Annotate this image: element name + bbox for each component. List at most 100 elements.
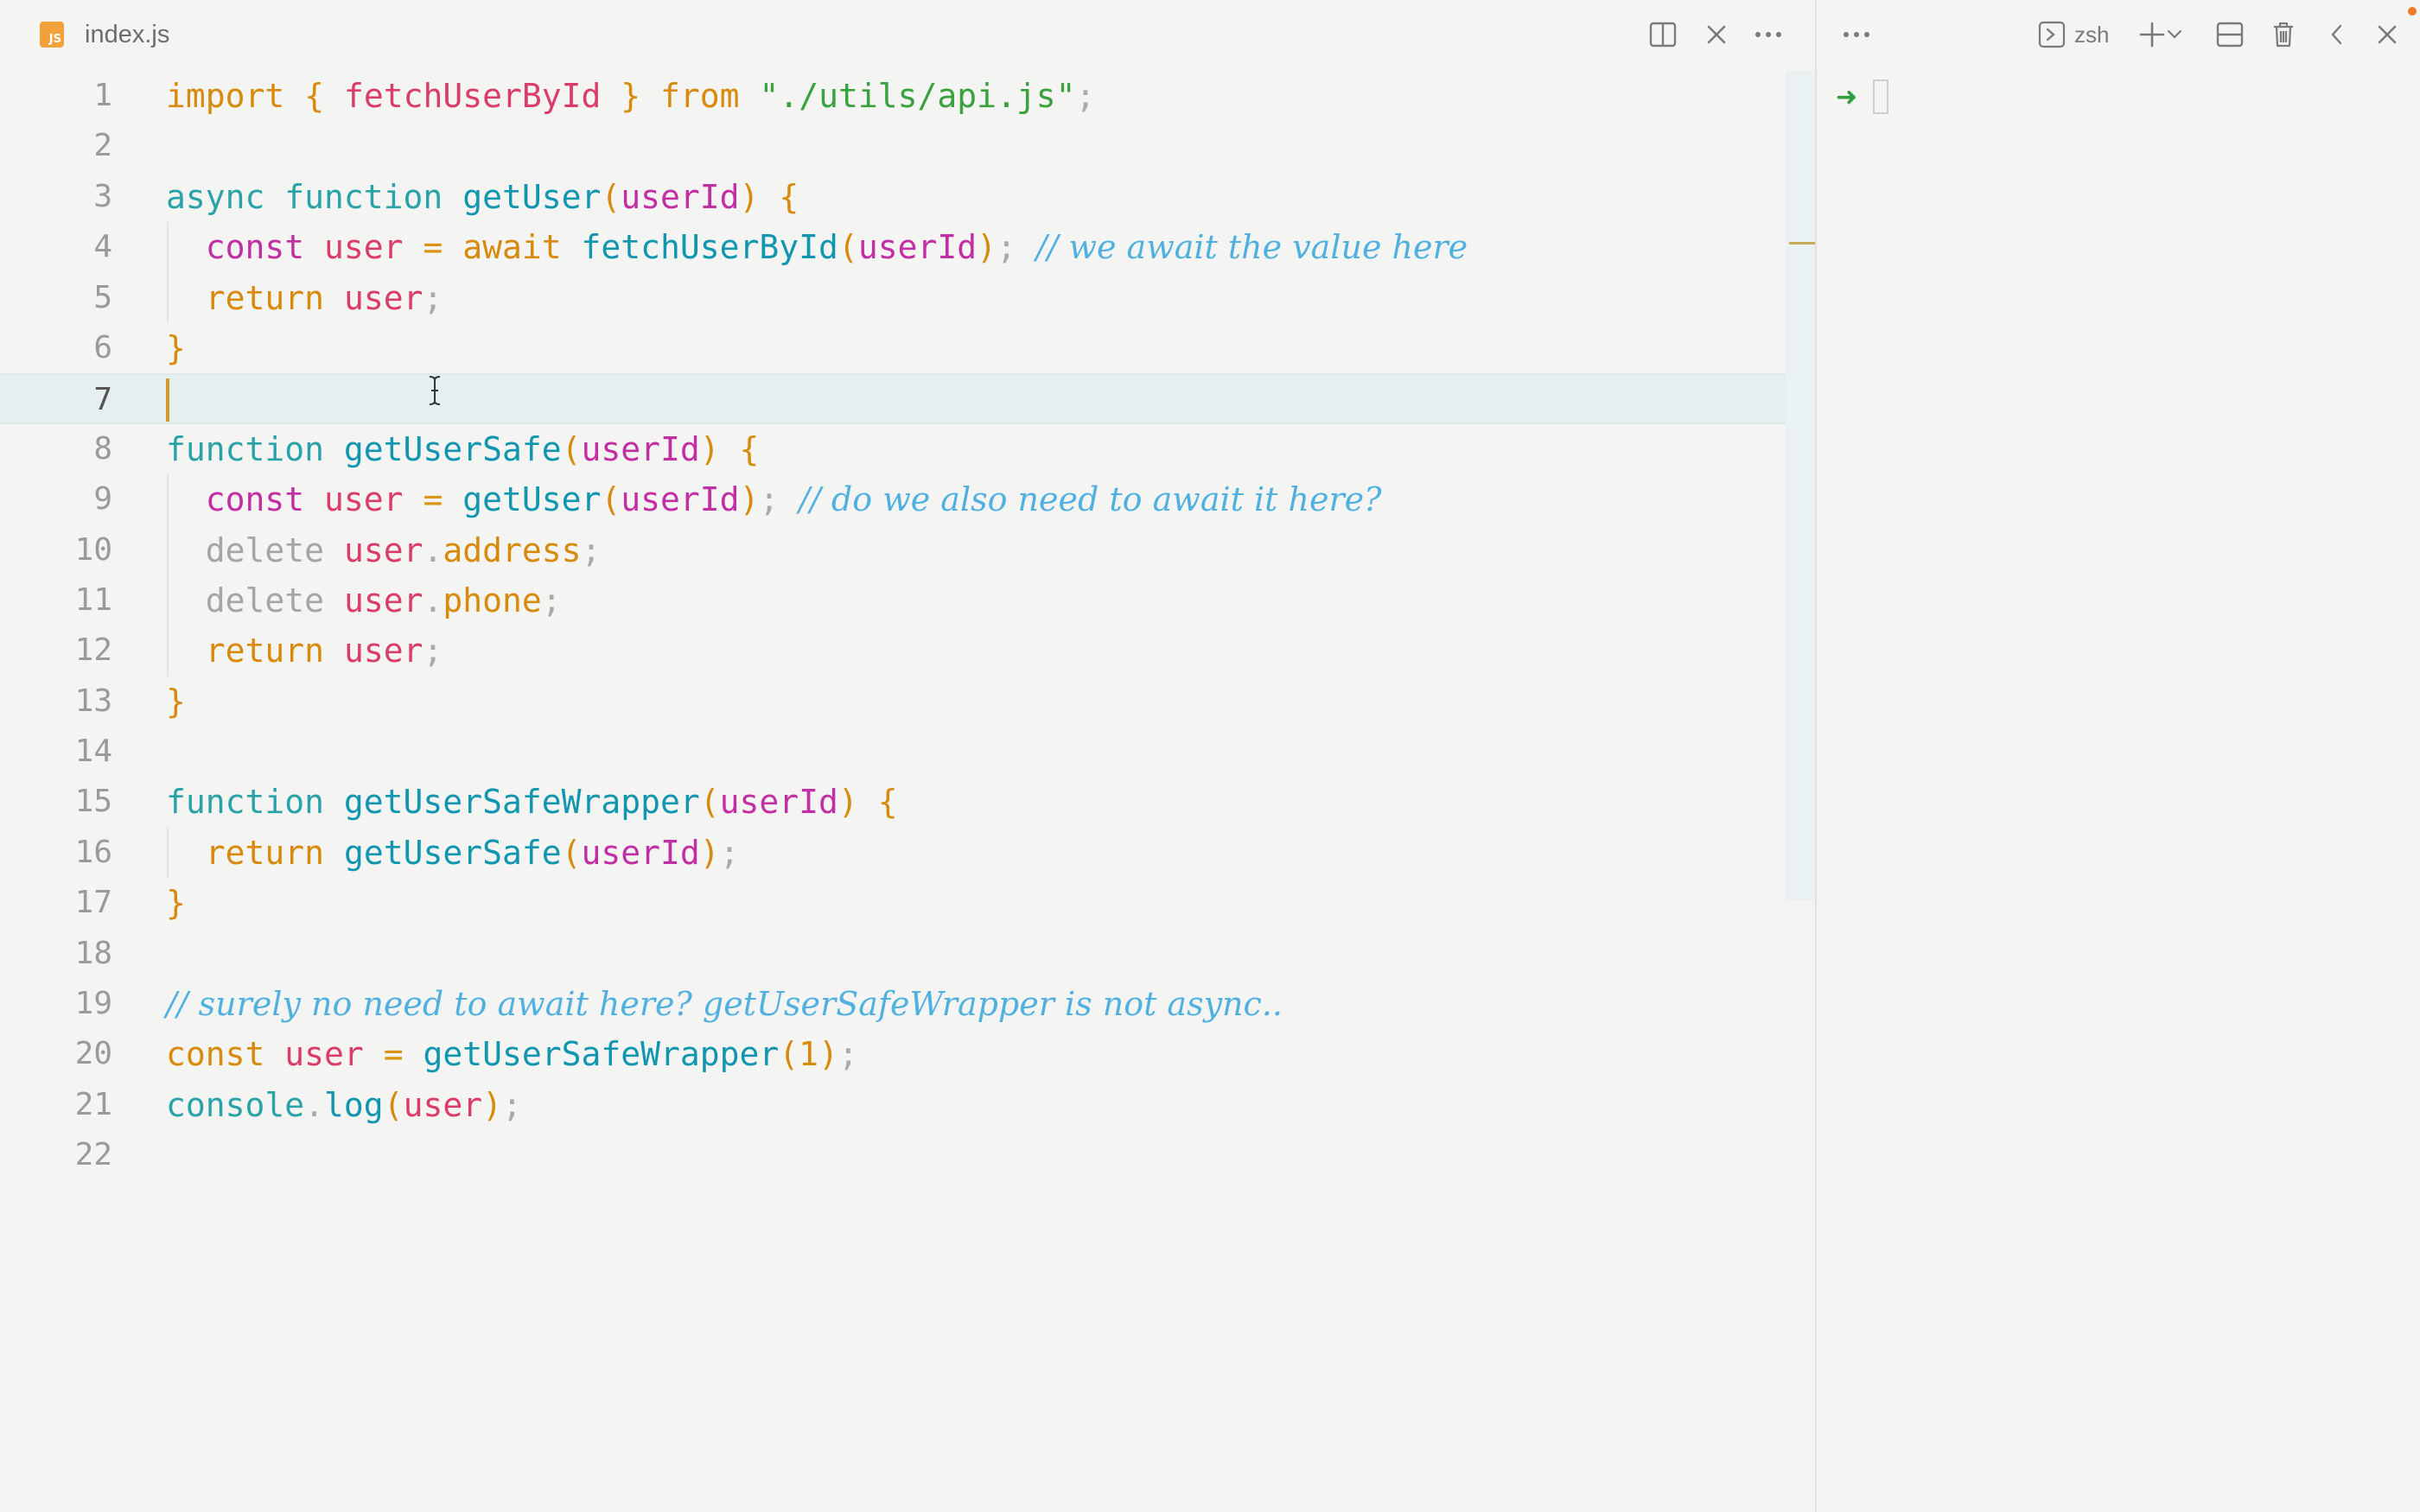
code-line[interactable]: 21 console.log(user); bbox=[0, 1080, 1782, 1130]
code-line[interactable]: 18 bbox=[0, 929, 1782, 979]
line-number: 15 bbox=[74, 784, 112, 820]
code-token: function bbox=[284, 177, 443, 216]
code-text: return getUserSafe(userId); bbox=[166, 828, 740, 878]
code-token: user bbox=[343, 278, 424, 317]
text-caret bbox=[166, 378, 169, 422]
code-token: { bbox=[877, 783, 898, 822]
code-text: async function getUser(userId) { bbox=[166, 172, 799, 222]
code-token: fetchUserById bbox=[581, 228, 838, 267]
code-line[interactable]: 3 async function getUser(userId) { bbox=[0, 172, 1782, 222]
code-token: userId bbox=[621, 177, 740, 216]
editor-tab-bar: JS index.js bbox=[0, 0, 1815, 69]
code-token: ) bbox=[837, 783, 858, 822]
code-text: const user = getUserSafeWrapper(1); bbox=[166, 1029, 858, 1079]
code-token: ; bbox=[837, 1035, 858, 1074]
code-token: user bbox=[324, 480, 404, 519]
code-line[interactable]: 12 return user; bbox=[0, 626, 1782, 677]
code-line[interactable]: 14 bbox=[0, 727, 1782, 777]
line-number: 1 bbox=[93, 78, 112, 113]
code-token: // do we also need to await it here? bbox=[799, 480, 1382, 519]
code-token: const bbox=[205, 228, 305, 267]
split-terminal-icon[interactable] bbox=[2209, 14, 2251, 55]
minimap-change-marker bbox=[1789, 242, 1815, 245]
code-token: return bbox=[205, 278, 325, 317]
code-line[interactable]: 15 function getUserSafeWrapper(userId) { bbox=[0, 777, 1782, 827]
code-text: import { fetchUserById } from "./utils/a… bbox=[166, 71, 1095, 121]
code-line[interactable]: 5 return user; bbox=[0, 272, 1782, 323]
code-token: const bbox=[205, 480, 305, 519]
code-token: // we await the value here bbox=[1035, 228, 1468, 267]
line-number: 18 bbox=[74, 935, 112, 971]
code-line[interactable]: 8 function getUserSafe(userId) { bbox=[0, 424, 1782, 474]
code-token: ( bbox=[601, 177, 621, 216]
file-tab-index-js[interactable]: JS index.js bbox=[40, 17, 169, 52]
more-icon[interactable] bbox=[1836, 14, 1877, 55]
code-token: user bbox=[403, 1085, 483, 1124]
code-token: getUserSafe bbox=[343, 833, 562, 872]
more-icon[interactable] bbox=[1748, 14, 1789, 55]
code-line[interactable]: 22 bbox=[0, 1130, 1782, 1180]
code-line[interactable]: 10 delete user.address; bbox=[0, 524, 1782, 575]
code-token: . bbox=[423, 581, 443, 619]
code-text: return user; bbox=[166, 626, 443, 676]
terminal-prompt[interactable]: ➜ bbox=[1836, 79, 1889, 114]
editor-actions bbox=[1642, 14, 1815, 55]
code-line[interactable]: 7 bbox=[0, 373, 1815, 424]
code-token: user bbox=[284, 1035, 364, 1074]
code-line[interactable]: 4 const user = await fetchUserById(userI… bbox=[0, 222, 1782, 273]
minimap[interactable] bbox=[1786, 71, 1815, 900]
code-line[interactable]: 1 import { fetchUserById } from "./utils/… bbox=[0, 71, 1782, 121]
line-number: 20 bbox=[74, 1036, 112, 1072]
code-line[interactable]: 20 const user = getUserSafeWrapper(1); bbox=[0, 1029, 1782, 1079]
code-token: } bbox=[166, 328, 186, 367]
code-text: function getUserSafe(userId) { bbox=[166, 424, 759, 474]
javascript-file-icon: JS bbox=[40, 22, 64, 48]
code-line[interactable]: 2 bbox=[0, 121, 1782, 171]
code-text: delete user.phone; bbox=[166, 575, 562, 626]
code-token: userId bbox=[621, 480, 740, 519]
code-line[interactable]: 19 // surely no need to await here? getUs… bbox=[0, 979, 1782, 1029]
line-number: 21 bbox=[74, 1086, 112, 1122]
code-line[interactable]: 16 return getUserSafe(userId); bbox=[0, 827, 1782, 879]
code-line[interactable]: 6} bbox=[0, 323, 1782, 373]
terminal-pane[interactable]: zsh ➜ bbox=[1817, 0, 2420, 1512]
trash-icon[interactable] bbox=[2263, 14, 2304, 55]
code-token: function bbox=[166, 783, 325, 822]
code-token: import bbox=[166, 77, 285, 115]
code-token: user bbox=[343, 632, 424, 670]
close-icon[interactable] bbox=[2366, 14, 2408, 55]
code-token: ) bbox=[482, 1085, 502, 1124]
code-token: = bbox=[423, 228, 443, 267]
terminal-tab-zsh[interactable]: zsh bbox=[2038, 17, 2109, 52]
line-number: 13 bbox=[74, 683, 112, 719]
code-line[interactable]: 9 const user = getUser(userId); // do we… bbox=[0, 474, 1782, 525]
code-line[interactable]: 11 delete user.phone; bbox=[0, 575, 1782, 626]
split-editor-icon[interactable] bbox=[1642, 14, 1684, 55]
close-icon[interactable] bbox=[1696, 14, 1737, 55]
code-token: ) bbox=[739, 480, 760, 519]
line-number: 7 bbox=[93, 382, 112, 418]
line-number: 22 bbox=[74, 1137, 112, 1173]
code-token: getUserSafeWrapper bbox=[343, 783, 700, 822]
code-token: ; bbox=[581, 530, 602, 569]
line-number: 12 bbox=[74, 632, 112, 669]
code-line[interactable]: 13} bbox=[0, 677, 1782, 727]
code-token: . bbox=[304, 1085, 325, 1124]
code-area[interactable]: 1 import { fetchUserById } from "./utils/… bbox=[0, 71, 1815, 1181]
code-text: delete user.address; bbox=[166, 525, 602, 575]
chevron-down-icon[interactable] bbox=[2162, 14, 2187, 55]
chevron-left-icon[interactable] bbox=[2316, 14, 2358, 55]
line-number: 3 bbox=[93, 178, 112, 214]
code-line[interactable]: 17} bbox=[0, 878, 1782, 928]
